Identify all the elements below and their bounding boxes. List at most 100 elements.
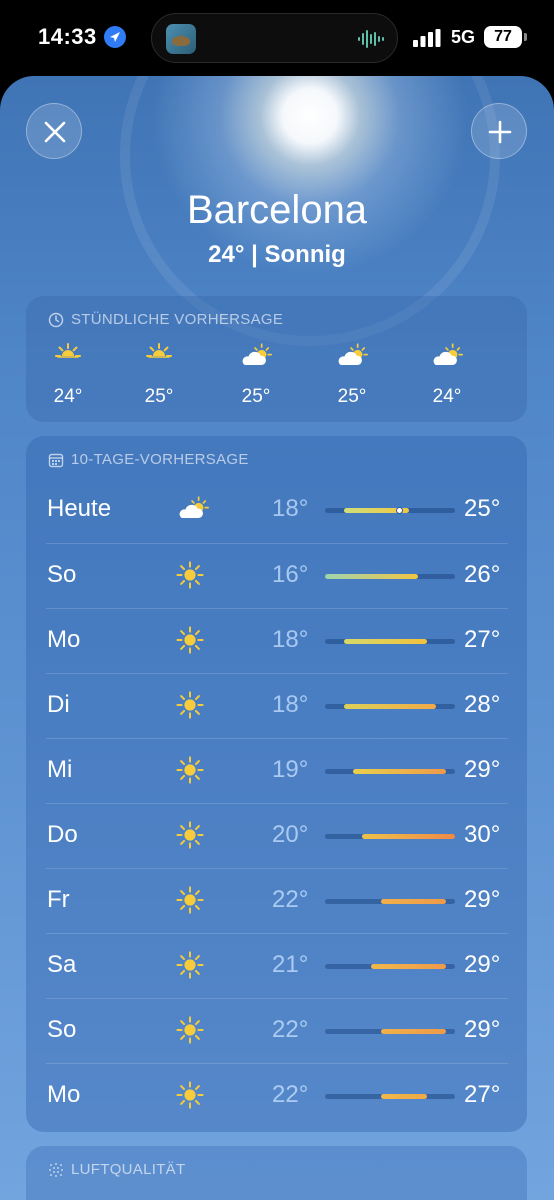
temperature-range-fill: [343, 704, 437, 709]
air-quality-header: LUFTQUALITÄT: [48, 1161, 185, 1178]
forecast-day: Mo: [47, 1081, 81, 1108]
hourly-item: 25°: [129, 342, 189, 408]
temperature-range-fill: [380, 1094, 428, 1099]
battery-indicator: 77: [484, 26, 527, 48]
hourly-item: 24°: [38, 342, 98, 408]
status-bar: 14:33 5G 77: [0, 0, 554, 76]
forecast-row[interactable]: Mo 22° 27°: [46, 1063, 508, 1127]
weather-sheet: Barcelona 24° | Sonnig STÜNDLICHE VORHER…: [0, 76, 554, 1200]
hourly-title: STÜNDLICHE VORHERSAGE: [71, 311, 284, 328]
forecast-row[interactable]: Do 20° 30°: [46, 803, 508, 867]
forecast-day: Sa: [47, 951, 77, 978]
forecast-high: 29°: [464, 1016, 501, 1043]
hourly-item: 25°: [322, 342, 382, 408]
location-arrow-icon: [104, 26, 126, 48]
hourly-temp: 24°: [53, 386, 83, 407]
city-name: Barcelona: [186, 188, 368, 232]
forecast-high: 29°: [464, 756, 501, 783]
audio-wave-icon: [358, 30, 384, 48]
temperature-range-fill: [325, 574, 418, 579]
forecast-high: 29°: [464, 886, 501, 913]
app-thumbnail-icon[interactable]: [166, 24, 196, 54]
sun-icon: [176, 886, 212, 916]
forecast-high: 27°: [464, 1081, 501, 1108]
air-quality-icon: [49, 1162, 63, 1177]
forecast-day: Fr: [47, 886, 70, 913]
forecast-day: Mo: [47, 626, 81, 653]
temperature-range-bar: [325, 574, 455, 579]
hourly-item: 24°: [417, 342, 477, 408]
current-summary: 24° | Sonnig: [208, 241, 346, 268]
forecast-high: 29°: [464, 951, 501, 978]
air-quality-card[interactable]: LUFTQUALITÄT: [26, 1146, 527, 1200]
forecast-row[interactable]: Di 18° 28°: [46, 673, 508, 737]
forecast-high: 25°: [464, 495, 501, 522]
forecast-day: Mi: [47, 756, 73, 783]
temperature-range-fill: [371, 964, 446, 969]
plus-icon: [488, 120, 512, 144]
temperature-range-fill: [380, 899, 446, 904]
current-temp-marker: [395, 507, 403, 514]
forecast-day: Di: [47, 691, 70, 718]
sun-icon: [176, 561, 212, 591]
sun-icon: [176, 691, 212, 721]
cellular-signal-icon: [413, 29, 441, 47]
forecast-row[interactable]: Heute 18° 25°: [46, 478, 508, 542]
temperature-range-bar: [325, 639, 455, 644]
hourly-temp: 25°: [144, 386, 174, 407]
add-button[interactable]: [471, 103, 527, 159]
forecast-row[interactable]: Fr 22° 29°: [46, 868, 508, 932]
forecast-high: 27°: [464, 626, 501, 653]
calendar-icon: [48, 453, 64, 467]
temperature-range-fill: [343, 639, 428, 644]
partly-cloudy-icon: [322, 342, 382, 366]
ten-day-forecast-card[interactable]: 10-TAGE-VORHERSAGE Heute 18° 25° So 16° …: [26, 436, 527, 1132]
forecast-row[interactable]: So 16° 26°: [46, 543, 508, 607]
sun-icon: [176, 821, 212, 851]
partly-cloudy-icon: [417, 342, 477, 366]
sun-icon: [176, 756, 212, 786]
temperature-range-bar: [325, 834, 455, 839]
forecast-day: So: [47, 561, 77, 588]
forecast-day: Heute: [47, 495, 112, 522]
temperature-range-bar: [325, 507, 455, 514]
ten-day-header: 10-TAGE-VORHERSAGE: [48, 451, 249, 468]
forecast-row[interactable]: Sa 21° 29°: [46, 933, 508, 997]
sun-icon: [176, 626, 212, 656]
forecast-high: 28°: [464, 691, 501, 718]
temperature-range-bar: [325, 964, 455, 969]
sun-icon: [38, 342, 98, 366]
sun-icon: [176, 1081, 212, 1111]
clock-icon: [48, 312, 64, 327]
forecast-row[interactable]: So 22° 29°: [46, 998, 508, 1062]
forecast-high: 26°: [464, 561, 501, 588]
partly-cloudy-icon: [176, 495, 212, 525]
forecast-row[interactable]: Mo 18° 27°: [46, 608, 508, 672]
temperature-range-bar: [325, 1094, 455, 1099]
hourly-temp: 25°: [337, 386, 367, 407]
sun-icon: [176, 951, 212, 981]
forecast-row[interactable]: Mi 19° 29°: [46, 738, 508, 802]
temperature-range-fill: [380, 1029, 446, 1034]
sun-icon: [176, 1016, 212, 1046]
close-button[interactable]: [26, 103, 82, 159]
sun-icon: [129, 342, 189, 366]
forecast-high: 30°: [464, 821, 501, 848]
temperature-range-bar: [325, 899, 455, 904]
forecast-day: So: [47, 1016, 77, 1043]
hourly-forecast-card[interactable]: STÜNDLICHE VORHERSAGE 24° 25° 25° 25° 24…: [26, 296, 527, 422]
dynamic-island[interactable]: [151, 13, 398, 63]
forecast-day: Do: [47, 821, 78, 848]
temperature-range-bar: [325, 704, 455, 709]
hourly-header: STÜNDLICHE VORHERSAGE: [48, 311, 283, 328]
network-type: 5G: [451, 27, 476, 47]
temperature-range-fill: [352, 769, 446, 774]
status-time: 14:33: [38, 24, 97, 49]
air-quality-title: LUFTQUALITÄT: [71, 1161, 186, 1178]
ten-day-title: 10-TAGE-VORHERSAGE: [71, 451, 249, 468]
close-icon: [44, 121, 66, 143]
temperature-range-fill: [362, 834, 455, 839]
temperature-range-bar: [325, 769, 455, 774]
temperature-range-bar: [325, 1029, 455, 1034]
hourly-item: 25°: [226, 342, 286, 408]
